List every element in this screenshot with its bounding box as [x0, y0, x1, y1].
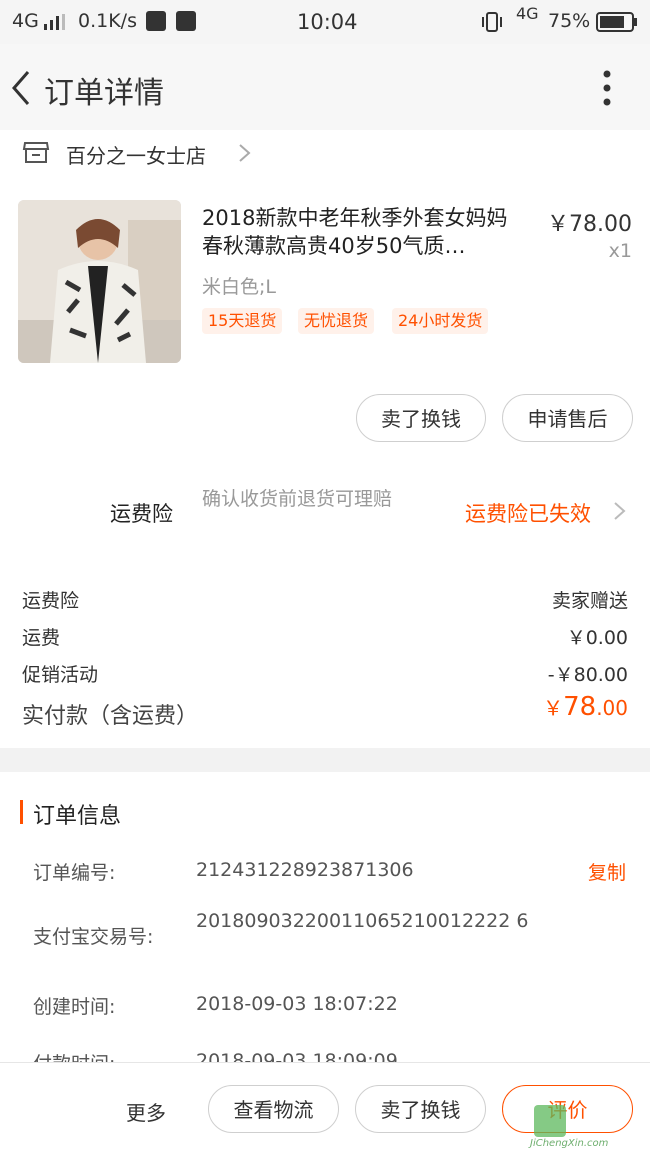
watermark-mark: [534, 1105, 566, 1137]
fee-value-insurance: 卖家赠送: [551, 590, 628, 612]
app-notification-icon: [146, 11, 166, 31]
sell-for-cash-button-bottom[interactable]: 卖了换钱: [355, 1085, 486, 1133]
product-photo: [18, 200, 181, 363]
data-type: 4G: [516, 4, 539, 23]
order-info-card: 订单信息 订单编号: 212431228923871306 复制 支付宝交易号:…: [0, 772, 650, 1075]
fee-label-shipping: 运费: [22, 627, 61, 649]
fee-value-promotion: -￥80.00: [547, 664, 628, 686]
request-after-sale-button[interactable]: 申请售后: [502, 394, 633, 442]
network-speed: 0.1K/s: [78, 10, 137, 32]
chevron-right-icon: [239, 144, 251, 162]
battery-icon: [596, 12, 637, 32]
back-arrow-icon[interactable]: [8, 68, 48, 108]
sell-for-cash-button[interactable]: 卖了换钱: [356, 394, 486, 442]
section-accent-bar: [20, 800, 23, 824]
order-number-value: 212431228923871306: [196, 859, 414, 881]
tag-worry-free-return: 无忧退货: [298, 308, 375, 334]
order-info-title: 订单信息: [33, 804, 122, 829]
copy-button[interactable]: 复制: [588, 858, 626, 885]
network-type: 4G: [12, 10, 39, 32]
insurance-status[interactable]: 运费险已失效: [465, 498, 591, 528]
battery-percent: 75%: [548, 10, 591, 32]
signal-icon: [44, 14, 65, 30]
product-price: ￥78.00: [547, 212, 632, 237]
store-icon: [22, 142, 50, 163]
fee-value-shipping: ￥0.00: [566, 627, 628, 649]
chevron-right-icon[interactable]: [612, 500, 628, 522]
insurance-label: 运费险: [110, 502, 173, 526]
alipay-trade-value: 20180903220011065210012222 6: [196, 910, 529, 932]
taobao-notification-icon: [176, 11, 196, 31]
tag-15-day-return: 15天退货: [202, 308, 283, 334]
shop-name[interactable]: 百分之一女士店: [66, 140, 206, 169]
fee-label-insurance: 运费险: [22, 590, 80, 612]
watermark-logo: JiChengXin.com: [530, 1105, 648, 1151]
product-title[interactable]: 2018新款中老年秋季外套女妈妈春秋薄款高贵40岁50气质…: [202, 204, 527, 260]
view-logistics-button[interactable]: 查看物流: [208, 1085, 339, 1133]
product-image[interactable]: [18, 200, 181, 363]
clock: 10:04: [297, 10, 358, 34]
insurance-description: 确认收货前退货可理赔: [202, 488, 393, 510]
total-currency: ￥: [543, 696, 564, 720]
total-label: 实付款（含运费）: [22, 704, 199, 729]
alipay-trade-label: 支付宝交易号:: [33, 926, 154, 948]
more-options-icon[interactable]: [592, 68, 622, 108]
total-decimal: .00: [596, 696, 628, 720]
more-button[interactable]: 更多: [126, 1097, 166, 1126]
created-time-value: 2018-09-03 18:07:22: [196, 993, 398, 1015]
page-title: 订单详情: [44, 76, 164, 111]
tag-24h-shipping: 24小时发货: [392, 308, 489, 334]
total-amount: ￥78.00: [543, 692, 628, 722]
watermark-text: JiChengXin.com: [530, 1138, 609, 1149]
created-time-label: 创建时间:: [33, 996, 116, 1018]
vibrate-icon: [482, 12, 502, 32]
total-integer: 78: [563, 692, 597, 722]
shop-row[interactable]: 百分之一女士店: [0, 130, 650, 178]
product-spec: 米白色;L: [202, 276, 276, 298]
product-quantity: x1: [608, 240, 632, 262]
product-card: 2018新款中老年秋季外套女妈妈春秋薄款高贵40岁50气质… ￥78.00 x1…: [0, 178, 650, 748]
order-number-label: 订单编号:: [33, 862, 116, 884]
status-bar: 4G 0.1K/s 10:04 4G 75%: [0, 0, 650, 44]
nav-bar: 订单详情: [0, 44, 650, 130]
fee-label-promotion: 促销活动: [22, 664, 99, 686]
